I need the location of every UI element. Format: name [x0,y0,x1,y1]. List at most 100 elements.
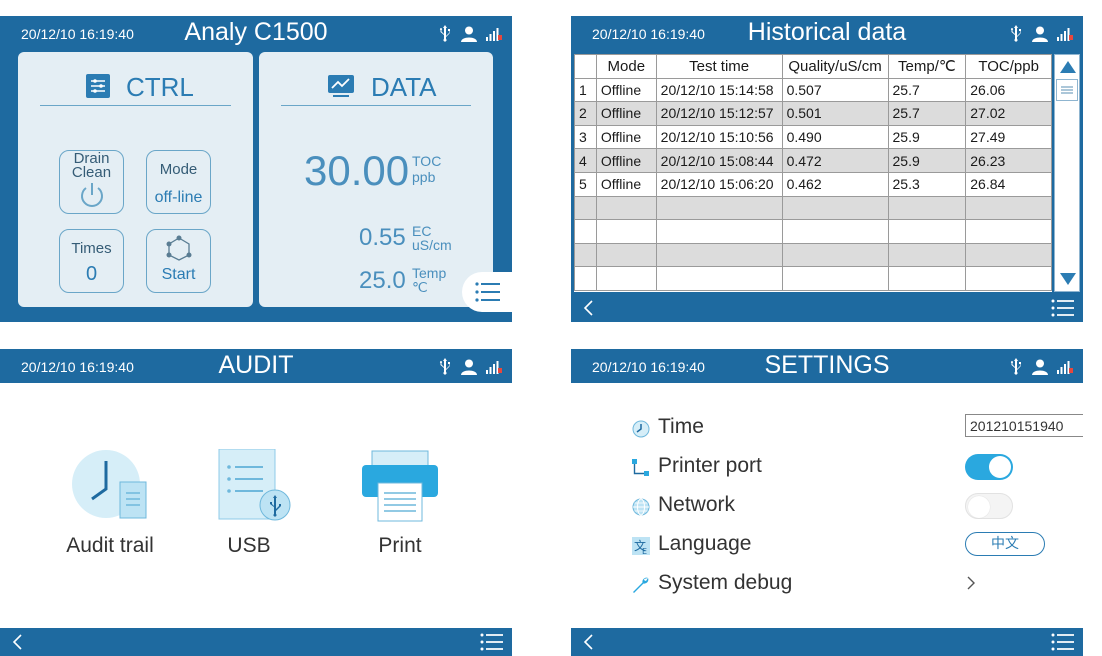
status-bar: 20/12/10 16:19:40 Analy C1500 [0,16,512,50]
table-cell: 20/12/10 15:06:20 [655,171,783,197]
scroll-down-icon[interactable] [1059,270,1077,288]
table-column-header: TOC/ppb [965,54,1052,79]
table-cell [781,266,889,291]
printer-port-icon [632,459,649,476]
back-chevron-icon[interactable] [8,632,28,652]
signal-icon [1057,27,1073,41]
usb-document-icon [218,449,291,521]
menu-icon[interactable] [480,632,504,652]
setting-row-network: Network [631,491,1051,521]
back-chevron-icon[interactable] [579,298,599,318]
language-select-button[interactable]: 中文 [965,532,1045,556]
network-toggle[interactable] [965,493,1013,519]
times-button[interactable]: Times 0 [59,229,124,293]
temp-label: Temp [412,265,447,281]
history-table-container: Mode Test time Quality/uS/cm Temp/℃ TOC/ppb … [574,54,1052,292]
chart-monitor-icon [328,75,354,97]
table-cell: 0.490 [781,124,889,150]
table-cell: 20/12/10 15:08:44 [655,148,783,173]
drain-clean-button[interactable]: Drain Clean [59,150,124,214]
setting-row-time: Time [631,413,1083,443]
menu-icon[interactable] [1051,632,1075,652]
menu-icon [475,282,500,302]
table-cell [655,195,783,221]
table-cell: 26.23 [965,148,1052,173]
table-cell [887,242,967,268]
table-scrollbar[interactable] [1054,54,1080,292]
back-chevron-icon[interactable] [579,632,599,652]
table-row[interactable] [574,219,1052,244]
settings-screen: 20/12/10 16:19:40 SETTINGS Time Printer … [571,349,1083,656]
table-cell [595,219,657,244]
table-cell: 25.3 [887,171,967,197]
scroll-thumb[interactable] [1056,79,1078,101]
table-column-header: Mode [595,54,657,79]
menu-icon[interactable] [1051,298,1075,318]
chevron-right-icon[interactable] [965,575,977,591]
screen-title: SETTINGS [764,351,890,379]
print-label: Print [378,534,422,557]
setting-row-printer-port: Printer port [631,452,1051,482]
language-icon: 文E [632,537,650,556]
table-row[interactable]: 5 Offline 20/12/10 15:06:20 0.462 25.3 26.84 [574,171,1052,197]
table-cell: 20/12/10 15:12:57 [655,101,783,126]
table-cell: 4 [574,148,597,173]
menu-button[interactable] [462,272,512,312]
user-icon [1032,359,1048,375]
table-cell [781,219,889,244]
mode-button[interactable]: Mode off‑line [146,150,211,214]
printer-icon [362,450,438,522]
table-column-header: Quality/uS/cm [781,54,889,79]
time-input[interactable] [965,414,1083,437]
user-icon [461,26,477,42]
table-row[interactable]: 3 Offline 20/12/10 15:10:56 0.490 25.9 27.49 [574,124,1052,150]
toc-label: TOC [412,153,442,169]
table-row[interactable]: 4 Offline 20/12/10 15:08:44 0.472 25.9 26.23 [574,148,1052,173]
table-cell: 0.507 [781,77,889,103]
table-cell: 26.84 [965,171,1052,197]
signal-icon [486,360,502,374]
toc-value: 30.00 [304,147,410,194]
table-row[interactable] [574,266,1052,291]
table-cell: 0.462 [781,171,889,197]
user-icon [1032,26,1048,42]
table-row[interactable] [574,242,1052,268]
printer-port-label: Printer port [658,454,762,477]
table-row[interactable]: 1 Offline 20/12/10 15:14:58 0.507 25.7 26.06 [574,77,1052,103]
table-cell: Offline [595,171,657,197]
data-heading: DATA [371,72,437,102]
start-button[interactable]: Start [146,229,211,293]
table-cell [655,242,783,268]
table-cell [574,195,597,221]
printer-port-toggle[interactable] [965,454,1013,480]
temp-value: 25.0 [359,267,406,294]
table-cell [595,195,657,221]
toc-unit: ppb [412,169,436,185]
usb-icon [440,358,450,375]
table-header-row: Mode Test time Quality/uS/cm Temp/℃ TOC/ppb [574,54,1052,79]
table-cell: 27.02 [965,101,1052,126]
setting-row-language: 文E Language 中文 [631,530,1051,560]
table-cell [574,242,597,268]
table-cell: 25.7 [887,77,967,103]
table-cell: Offline [595,77,657,103]
table-column-header [574,54,597,79]
table-row[interactable]: 2 Offline 20/12/10 15:12:57 0.501 25.7 27.02 [574,101,1052,126]
screen-title: Historical data [747,18,907,46]
status-bar: 20/12/10 16:19:40 Historical data [571,16,1083,50]
usb-icon [1011,358,1021,375]
status-bar: 20/12/10 16:19:40 AUDIT [0,349,512,383]
status-icons [438,358,502,375]
table-cell: 25.7 [887,101,967,126]
bottom-bar [571,628,1083,656]
status-icons [1009,358,1073,375]
table-row[interactable] [574,195,1052,221]
table-cell: 20/12/10 15:10:56 [655,124,783,150]
table-cell [574,219,597,244]
system-debug-label: System debug [658,571,793,594]
start-network-icon [166,235,191,261]
history-table: Mode Test time Quality/uS/cm Temp/℃ TOC/ppb … [574,54,1052,291]
clock-icon [632,420,650,438]
times-label: Times [71,240,112,257]
scroll-up-icon[interactable] [1059,58,1077,76]
